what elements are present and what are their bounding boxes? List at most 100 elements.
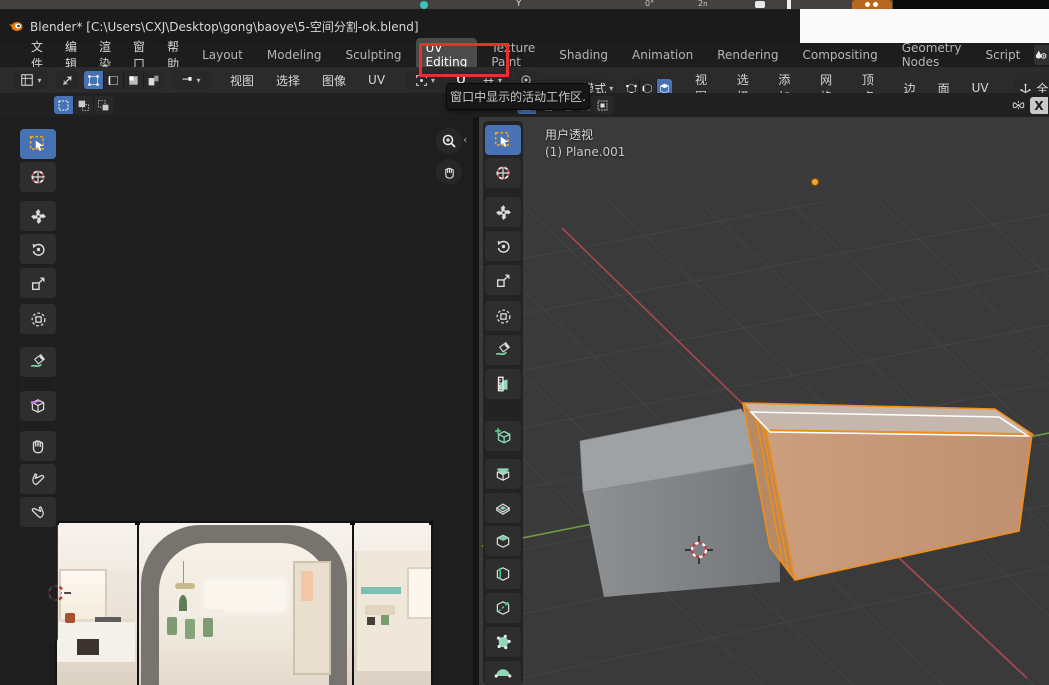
uv-edge-seam2 [352, 521, 354, 685]
uv-tool-relax[interactable] [20, 464, 56, 494]
uv-tool-rotate[interactable] [20, 234, 56, 264]
remnant-white-icon [755, 1, 765, 8]
v3d-tool-cursor[interactable] [485, 158, 521, 188]
pano-shelf-plant [381, 615, 389, 625]
remnant-glyph-y: Y [516, 0, 522, 9]
red-annotation-box [419, 43, 509, 77]
tab-layout[interactable]: Layout [192, 45, 253, 65]
v3d-tool-select-box[interactable] [485, 125, 521, 155]
uv-tool-move[interactable] [20, 201, 56, 231]
v3d-tool-transform[interactable] [485, 301, 521, 331]
uv-sticky-selection-dropdown[interactable]: ▾ [171, 71, 211, 89]
uv-vertex[interactable] [429, 521, 433, 525]
uv-edge-seam1 [137, 521, 139, 685]
pano-pendant-wire [183, 561, 184, 585]
uv-tool-scale[interactable] [20, 268, 56, 298]
remnant-glyph-2: 2n [698, 0, 708, 8]
pano-green-chair [167, 617, 177, 635]
uv-sidebar-collapse-arrow[interactable]: ‹ [463, 133, 467, 146]
v3d-tool-knife[interactable] [485, 593, 521, 623]
pano-plant [179, 595, 187, 611]
pano-far-window [205, 581, 285, 611]
v3d-symmetry-x-toggle[interactable]: X [1030, 97, 1048, 114]
viewport-3d-area[interactable]: 用户透视 (1) Plane.001 [479, 117, 1049, 685]
uv-tool-select-box[interactable] [20, 129, 56, 159]
tab-rendering[interactable]: Rendering [707, 45, 788, 65]
remnant-white-bar [787, 0, 791, 9]
uv-edge-top [55, 521, 433, 523]
tab-compositing[interactable]: Compositing [792, 45, 887, 65]
v3d-tool-scale[interactable] [485, 265, 521, 295]
uv-toolbar [18, 123, 58, 643]
remnant-glyph-deg: 0° [645, 0, 654, 8]
window-title: Blender* [C:\Users\CXJ\Desktop\gong\baoy… [30, 18, 419, 35]
uv-tool-cursor[interactable] [20, 162, 56, 192]
blender-window: Y 0° 2n Blender* [C:\Users\CXJ\Desktop\g… [0, 0, 1049, 685]
uv-editor-type-dropdown[interactable]: ▾ [14, 71, 48, 89]
chevron-down-icon: ▾ [609, 84, 613, 93]
v3d-tool-move[interactable] [485, 197, 521, 227]
scene-icon [1034, 48, 1048, 62]
uv-vertex[interactable] [135, 521, 140, 525]
workspace-tooltip: 窗口中显示的活动工作区. [446, 83, 590, 110]
pano-oven [77, 639, 99, 655]
v3d-tool-rotate[interactable] [485, 231, 521, 261]
tab-animation[interactable]: Animation [622, 45, 703, 65]
pano-pendant-light [175, 583, 195, 589]
v3d-tool-extrude-region[interactable] [485, 459, 521, 489]
uv-select-edge-button[interactable] [104, 71, 124, 89]
viewport-object-label: (1) Plane.001 [545, 145, 625, 159]
uv-boxselect-subtract-button[interactable] [94, 96, 113, 114]
uv-zoom-gizmo[interactable] [436, 128, 462, 154]
uv-sync-selection-toggle[interactable] [56, 71, 78, 89]
pano-green-chair [185, 619, 195, 639]
uv-tool-grab[interactable] [20, 431, 56, 461]
uv-selection-mode-group [84, 71, 163, 89]
uv-tool-transform[interactable] [20, 304, 56, 334]
tab-sculpting[interactable]: Sculpting [335, 45, 411, 65]
pano-shelf [365, 605, 395, 615]
uv-tool-pinch[interactable] [20, 497, 56, 527]
pano-door-glow [301, 571, 313, 601]
uv-menu-view[interactable]: 视图 [219, 72, 265, 89]
v3d-boxselect-intersect-button[interactable] [590, 96, 614, 114]
scene-selector[interactable]: ▾ [1034, 45, 1049, 65]
uv-tool-annotate[interactable] [20, 347, 56, 377]
v3d-tool-inset-faces[interactable] [485, 493, 521, 523]
remnant-black-strip [893, 0, 1049, 9]
v3d-tool-spin[interactable] [485, 661, 521, 685]
uv-tool-rip-region[interactable] [20, 391, 56, 421]
tab-script[interactable]: Script [976, 45, 1031, 65]
uv-menu-select[interactable]: 选择 [265, 72, 311, 89]
uv-boxselect-mode-group [54, 96, 113, 114]
uv-select-vertex-button[interactable] [84, 71, 104, 89]
uv-select-island-button[interactable] [144, 71, 163, 89]
viewport-view-label: 用户透视 [545, 126, 593, 143]
tab-shading[interactable]: Shading [549, 45, 618, 65]
v3d-tool-poly-build[interactable] [485, 627, 521, 657]
uv-vertex[interactable] [350, 521, 355, 525]
v3d-tool-annotate[interactable] [485, 335, 521, 365]
v3d-tool-add-cube[interactable] [485, 421, 521, 451]
tab-modeling[interactable]: Modeling [257, 45, 332, 65]
uv-menu-image[interactable]: 图像 [311, 72, 357, 89]
uv-image[interactable] [55, 521, 433, 685]
background-window-strip: Y 0° 2n [0, 0, 1049, 9]
uv-pan-gizmo[interactable] [436, 159, 462, 185]
pano-green-chair [203, 618, 213, 637]
uv-select-face-button[interactable] [124, 71, 144, 89]
butterfly-mirror-icon [1011, 98, 1026, 113]
uv-editor-icon [20, 73, 34, 87]
pano-kitchen-item [65, 613, 75, 623]
uv-editor-area[interactable]: ‹ [0, 117, 473, 685]
uv-edge-right [431, 521, 433, 685]
v3d-tool-measure[interactable] [485, 369, 521, 399]
uv-boxselect-new-button[interactable] [54, 96, 74, 114]
uv-menu-uv[interactable]: UV [357, 73, 396, 87]
uv-boxselect-extend-button[interactable] [74, 96, 94, 114]
remnant-orange-app-icon [852, 0, 892, 9]
v3d-tool-loop-cut[interactable] [485, 559, 521, 589]
tooltip-text: 窗口中显示的活动工作区. [450, 88, 586, 105]
object-origin-dot [812, 179, 819, 186]
v3d-tool-bevel[interactable] [485, 526, 521, 556]
